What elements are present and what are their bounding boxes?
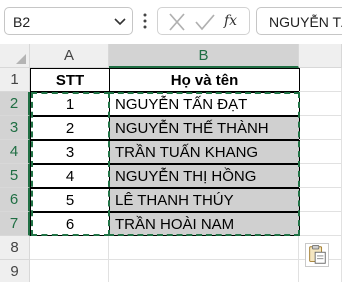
stt-cell[interactable]: 6	[30, 212, 110, 236]
name-cell[interactable]: TRẦN HOÀI NAM	[109, 212, 300, 236]
name-cell[interactable]: NGUYỄN TẤN ĐẠT	[109, 92, 300, 116]
stt-cell[interactable]: 2	[30, 116, 110, 140]
row-header-2[interactable]: 2	[0, 92, 30, 116]
stt-cell[interactable]: 1	[30, 92, 110, 116]
header-cell-name[interactable]: Họ và tên	[109, 68, 300, 92]
empty-cell[interactable]	[299, 68, 342, 92]
empty-cell[interactable]	[109, 260, 299, 282]
stt-cell[interactable]: 3	[30, 140, 110, 164]
empty-cell[interactable]	[299, 164, 342, 188]
spreadsheet-window: B2 fx NGUYỄN TẤN ĐẠT A B 1	[0, 0, 342, 282]
stt-cell[interactable]: 4	[30, 164, 110, 188]
column-header-a[interactable]: A	[30, 44, 109, 68]
row-header-8[interactable]: 8	[0, 236, 30, 260]
empty-cell[interactable]	[299, 92, 342, 116]
row-header-7[interactable]: 7	[0, 212, 30, 236]
empty-cell[interactable]	[30, 236, 109, 260]
empty-cell[interactable]	[299, 140, 342, 164]
stt-cell[interactable]: 5	[30, 188, 110, 212]
formula-input[interactable]: NGUYỄN TẤN ĐẠT	[256, 7, 342, 35]
empty-cell[interactable]	[299, 188, 342, 212]
formula-bar: B2 fx NGUYỄN TẤN ĐẠT	[0, 0, 342, 44]
formula-input-text: NGUYỄN TẤN ĐẠT	[269, 14, 342, 30]
row-header-1[interactable]: 1	[0, 68, 30, 92]
paste-options-button[interactable]	[305, 243, 329, 267]
empty-cell[interactable]	[30, 260, 109, 282]
row-header-3[interactable]: 3	[0, 116, 30, 140]
column-header-b[interactable]: B	[109, 44, 299, 68]
formula-buttons: fx	[157, 7, 250, 35]
select-all-button[interactable]	[0, 44, 30, 68]
name-box[interactable]: B2	[4, 7, 133, 35]
close-icon[interactable]	[166, 12, 188, 32]
vertical-dots-icon[interactable]	[142, 12, 148, 30]
worksheet-grid: A B 1 2 3 4 5 6 7 8 9 STT Họ và tên 1 NG…	[0, 44, 342, 282]
empty-cell[interactable]	[299, 212, 342, 236]
insert-function-button[interactable]: fx	[224, 10, 237, 30]
column-header-c[interactable]	[299, 44, 342, 68]
empty-cell[interactable]	[299, 116, 342, 140]
empty-cell[interactable]	[109, 236, 299, 260]
paste-options-icon	[309, 245, 326, 264]
row-header-4[interactable]: 4	[0, 140, 30, 164]
row-header-6[interactable]: 6	[0, 188, 30, 212]
name-cell[interactable]: LÊ THANH THÚY	[109, 188, 300, 212]
row-header-5[interactable]: 5	[0, 164, 30, 188]
name-cell[interactable]: NGUYỄN THỊ HỒNG	[109, 164, 300, 188]
checkmark-icon[interactable]	[194, 12, 216, 32]
select-all-triangle	[16, 54, 26, 64]
name-cell[interactable]: NGUYỄN THẾ THÀNH	[109, 116, 300, 140]
name-box-value: B2	[13, 14, 31, 30]
chevron-down-icon[interactable]	[114, 16, 126, 26]
header-cell-stt[interactable]: STT	[30, 68, 110, 92]
name-cell[interactable]: TRẦN TUẤN KHANG	[109, 140, 300, 164]
row-header-9[interactable]: 9	[0, 260, 30, 282]
